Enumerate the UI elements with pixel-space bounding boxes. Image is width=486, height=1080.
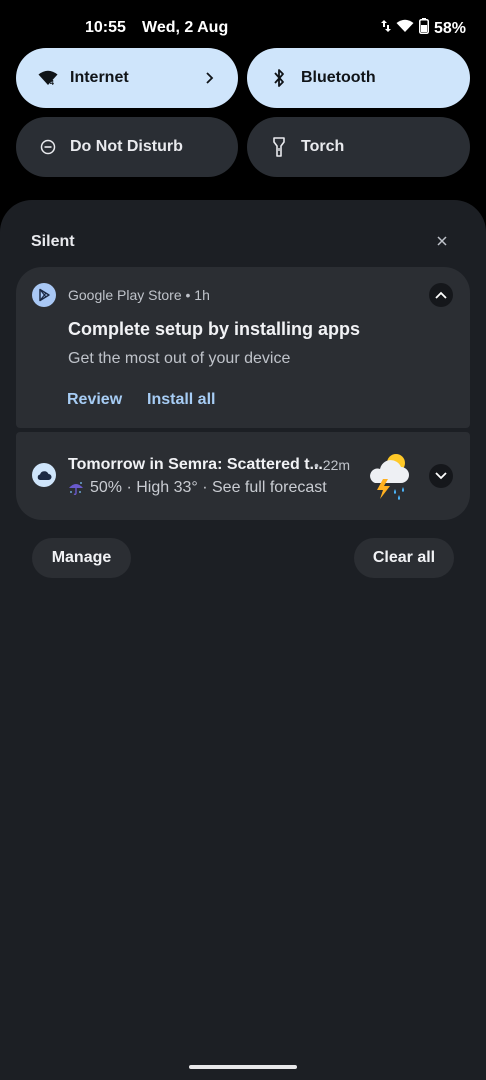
weather-summary-text: 50% · High 33° · See full forecast bbox=[90, 479, 327, 496]
notification-title: Tomorrow in Semra: Scattered t... bbox=[68, 456, 323, 473]
torch-tile-label: Torch bbox=[301, 138, 345, 155]
dnd-tile-label: Do Not Disturb bbox=[70, 138, 183, 155]
install-all-button[interactable]: Install all bbox=[147, 391, 215, 409]
notification-title: Complete setup by installing apps bbox=[68, 319, 361, 339]
status-date: Wed, 2 Aug bbox=[142, 19, 229, 36]
review-button[interactable]: Review bbox=[67, 391, 122, 409]
thunderstorm-icon bbox=[367, 450, 413, 502]
chevron-down-icon[interactable] bbox=[429, 464, 453, 488]
notification-app-name: Google Play Store • 1h bbox=[68, 287, 210, 303]
bluetooth-tile[interactable]: Bluetooth bbox=[247, 48, 470, 108]
umbrella-icon bbox=[68, 480, 84, 496]
status-icons: 58% bbox=[380, 18, 466, 39]
torch-icon bbox=[265, 133, 293, 161]
manage-button[interactable]: Manage bbox=[32, 538, 131, 578]
dnd-icon bbox=[34, 133, 62, 161]
notification-time: • 22m bbox=[314, 457, 351, 473]
bluetooth-tile-label: Bluetooth bbox=[301, 69, 376, 86]
gesture-nav-handle[interactable] bbox=[189, 1065, 297, 1069]
notification-text: Get the most out of your device bbox=[68, 350, 291, 367]
notification-card[interactable]: Google Play Store • 1h Complete setup by… bbox=[16, 267, 470, 428]
data-arrows-icon bbox=[380, 19, 391, 38]
notification-card[interactable]: Tomorrow in Semra: Scattered t... • 22m … bbox=[16, 432, 470, 520]
torch-tile[interactable]: Torch bbox=[247, 117, 470, 177]
battery-icon bbox=[418, 18, 429, 39]
cloud-icon bbox=[32, 463, 56, 487]
wifi-icon: 4 bbox=[34, 64, 62, 92]
clear-all-button[interactable]: Clear all bbox=[354, 538, 454, 578]
internet-tile-label: Internet bbox=[70, 69, 129, 86]
bluetooth-icon bbox=[265, 64, 293, 92]
chevron-up-icon[interactable] bbox=[429, 283, 453, 307]
weather-summary: 50% · High 33° · See full forecast bbox=[68, 479, 327, 497]
wifi-icon bbox=[396, 19, 414, 38]
dnd-tile[interactable]: Do Not Disturb bbox=[16, 117, 238, 177]
section-title: Silent bbox=[31, 233, 75, 250]
battery-percent: 58% bbox=[433, 19, 466, 37]
close-icon[interactable] bbox=[432, 231, 452, 251]
chevron-right-icon bbox=[200, 68, 220, 88]
internet-tile[interactable]: 4 Internet bbox=[16, 48, 238, 108]
play-store-icon bbox=[32, 283, 56, 307]
status-time: 10:55 bbox=[85, 19, 126, 36]
svg-text:4: 4 bbox=[50, 80, 54, 86]
